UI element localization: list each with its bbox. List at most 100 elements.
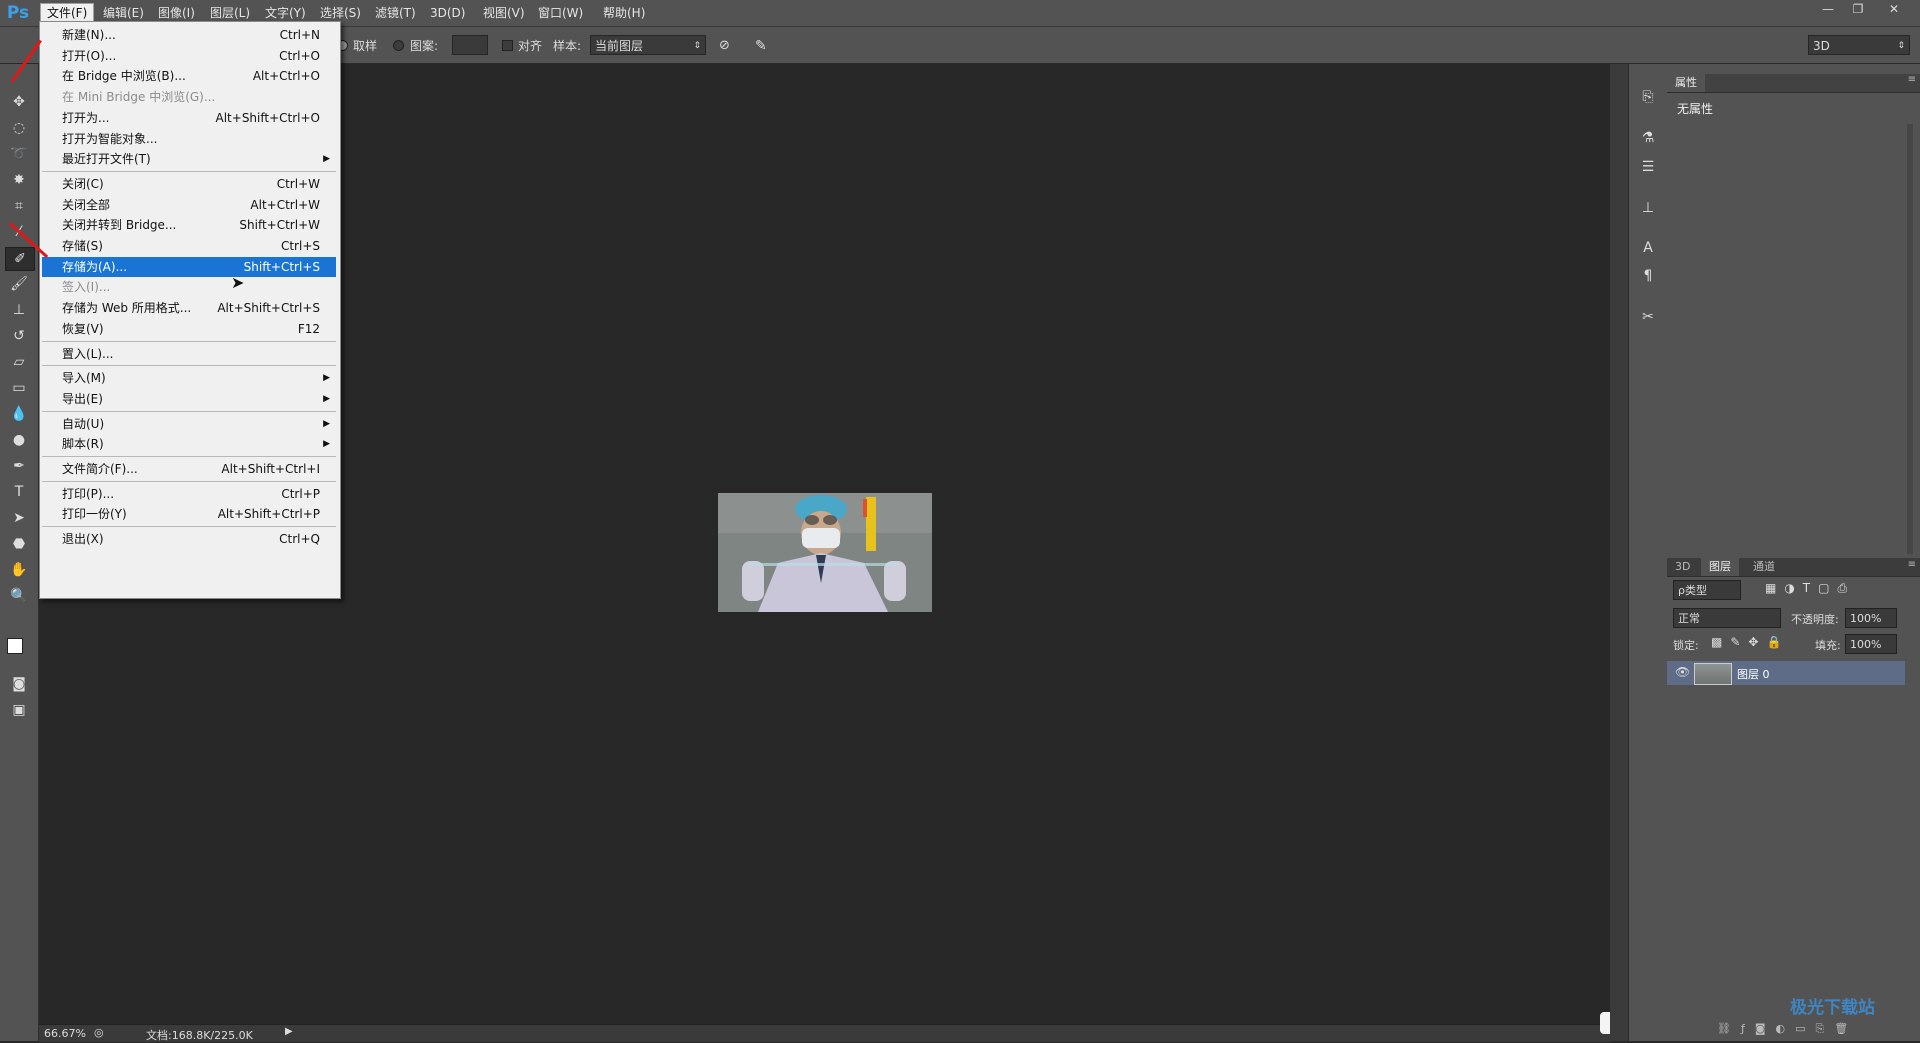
file-menu-item[interactable]: 在 Bridge 中浏览(B)... Alt+Ctrl+O: [42, 66, 336, 86]
lock-icons[interactable]: ▩✎✥🔒: [1711, 635, 1789, 649]
menu-item-label: 导入(M): [62, 371, 106, 386]
file-menu-item[interactable]: 存储(S) Ctrl+S: [42, 236, 336, 256]
hand-tool-icon[interactable]: ✋: [5, 559, 33, 581]
properties-tabbar: 属性 ≡: [1667, 74, 1920, 93]
blur-tool-icon[interactable]: 💧: [5, 403, 33, 425]
menu-help[interactable]: 帮助(H): [597, 4, 651, 22]
menu-image[interactable]: 图像(I): [152, 4, 201, 22]
clone-source-icon[interactable]: ⊥: [1635, 197, 1661, 219]
file-menu-item[interactable]: 打印一份(Y) Alt+Shift+Ctrl+P: [42, 504, 336, 524]
file-menu-item[interactable]: 退出(X) Ctrl+Q: [42, 529, 336, 549]
file-menu-item[interactable]: 关闭(C) Ctrl+W: [42, 174, 336, 194]
path-selection-tool-icon[interactable]: ➤: [5, 507, 33, 529]
eraser-tool-icon[interactable]: ▱: [5, 351, 33, 373]
pressure-brush-icon[interactable]: ✎: [755, 37, 767, 55]
tab-3d[interactable]: 3D: [1667, 558, 1698, 576]
magic-wand-tool-icon[interactable]: ✸: [5, 169, 33, 191]
tab-properties[interactable]: 属性: [1667, 74, 1705, 92]
file-menu-item[interactable]: 存储为(A)... Shift+Ctrl+S: [42, 256, 336, 277]
shape-tool-icon[interactable]: ⬣: [5, 533, 33, 555]
layer-filter-icons[interactable]: ▦◑T▢⎙: [1765, 581, 1855, 596]
eye-icon[interactable]: 👁: [1675, 665, 1690, 679]
character-panel-icon[interactable]: A: [1635, 237, 1661, 259]
sample-select[interactable]: 当前图层 ⇕: [590, 35, 706, 55]
crop-tool-icon[interactable]: ⌗: [5, 195, 33, 217]
adjustments-icon[interactable]: ⚗: [1635, 127, 1661, 149]
screen-mode-icon[interactable]: ▣: [5, 699, 33, 721]
file-menu-item[interactable]: 打印(P)... Ctrl+P: [42, 484, 336, 504]
file-menu-item[interactable]: 关闭并转到 Bridge... Shift+Ctrl+W: [42, 215, 336, 235]
menu-window[interactable]: 窗口(W): [532, 4, 589, 22]
file-menu-item[interactable]: 导入(M) ▶: [42, 368, 336, 388]
file-menu-item[interactable]: 新建(N)... Ctrl+N: [42, 25, 336, 45]
file-menu-item[interactable]: 文件简介(F)... Alt+Shift+Ctrl+I: [42, 459, 336, 479]
menu-item-label: 关闭并转到 Bridge...: [62, 218, 177, 233]
file-menu-item[interactable]: 置入(L)...: [42, 344, 336, 364]
move-tool-icon[interactable]: ✥: [5, 91, 33, 113]
menu-file[interactable]: 文件(F): [40, 3, 95, 23]
properties-icon[interactable]: ☰: [1635, 156, 1661, 178]
file-menu-item[interactable]: 存储为 Web 所用格式... Alt+Shift+Ctrl+S: [42, 298, 336, 318]
menu-filter[interactable]: 滤镜(T): [369, 4, 422, 22]
history-brush-tool-icon[interactable]: ↺: [5, 325, 33, 347]
zoom-tool-icon[interactable]: 🔍: [5, 585, 33, 607]
file-menu-item[interactable]: 打开为... Alt+Shift+Ctrl+O: [42, 108, 336, 128]
workspace-select[interactable]: 3D ⇕: [1808, 35, 1910, 55]
dodge-tool-icon[interactable]: ●: [5, 429, 33, 451]
menu-view[interactable]: 视图(V): [477, 4, 531, 22]
file-menu-item[interactable]: 打开(O)... Ctrl+O: [42, 46, 336, 66]
lasso-tool-icon[interactable]: ➰: [5, 143, 33, 165]
tab-layers[interactable]: 图层: [1701, 558, 1739, 576]
panel-menu-icon[interactable]: ≡: [1908, 74, 1916, 85]
layer-row[interactable]: 👁 图层 0: [1667, 661, 1905, 685]
properties-scrollbar[interactable]: [1907, 124, 1913, 554]
close-button[interactable]: ✕: [1880, 0, 1908, 18]
file-menu-item[interactable]: 打开为智能对象...: [42, 129, 336, 149]
layer-filter-select[interactable]: ρ类型: [1673, 580, 1741, 600]
menu-item-shortcut: Alt+Shift+Ctrl+O: [215, 110, 320, 125]
file-menu-item[interactable]: 脚本(R) ▶: [42, 434, 336, 454]
file-menu-item[interactable]: 自动(U) ▶: [42, 414, 336, 434]
file-menu-item[interactable]: 导出(E) ▶: [42, 389, 336, 409]
zoom-level[interactable]: 66.67%: [44, 1027, 86, 1040]
menu-type[interactable]: 文字(Y): [259, 4, 312, 22]
foreground-color-swatch[interactable]: [7, 638, 23, 654]
menu-edit[interactable]: 编辑(E): [97, 4, 150, 22]
document-image[interactable]: [718, 493, 932, 612]
pattern-picker[interactable]: [452, 35, 488, 55]
brush-tool-icon[interactable]: 🖌: [5, 273, 33, 295]
ignore-adjustment-icon[interactable]: ⊘: [719, 37, 730, 55]
opacity-input[interactable]: 100%: [1845, 608, 1897, 628]
history-panel-icon[interactable]: ⎘: [1635, 86, 1661, 108]
minimize-button[interactable]: —: [1814, 0, 1842, 18]
file-menu-item[interactable]: 最近打开文件(T) ▶: [42, 149, 336, 169]
clone-stamp-tool-icon[interactable]: ⊥: [5, 299, 33, 321]
file-menu-item[interactable]: 关闭全部 Alt+Ctrl+W: [42, 195, 336, 215]
pen-tool-icon[interactable]: ✒: [5, 455, 33, 477]
menu-3d[interactable]: 3D(D): [424, 4, 471, 22]
menu-select[interactable]: 选择(S): [314, 4, 367, 22]
fill-input[interactable]: 100%: [1845, 634, 1897, 654]
submenu-arrow-icon: ▶: [323, 154, 330, 165]
panel-menu-icon[interactable]: ≡: [1908, 559, 1916, 570]
status-menu-arrow-icon[interactable]: ▶: [285, 1026, 293, 1037]
tool-presets-icon[interactable]: ✂: [1635, 306, 1661, 328]
layer-footer-icons[interactable]: ⛓ƒ◙◐▭⎘🗑: [1717, 1022, 1858, 1036]
restore-button[interactable]: ❐: [1844, 0, 1872, 18]
file-menu-item[interactable]: 恢复(V) F12: [42, 319, 336, 339]
align-checkbox[interactable]: [502, 40, 513, 51]
menu-separator: [42, 456, 336, 457]
quick-mask-icon[interactable]: ◙: [5, 673, 33, 695]
layer-name[interactable]: 图层 0: [1737, 666, 1770, 682]
marquee-tool-icon[interactable]: ◌: [5, 117, 33, 139]
menu-layer[interactable]: 图层(L): [204, 4, 256, 22]
pattern-radio[interactable]: [393, 40, 404, 51]
gradient-tool-icon[interactable]: ▭: [5, 377, 33, 399]
healing-brush-tool-icon[interactable]: ✐: [5, 247, 35, 271]
tab-channels[interactable]: 通道: [1745, 558, 1783, 576]
submenu-arrow-icon: ▶: [323, 418, 330, 429]
paragraph-panel-icon[interactable]: ¶: [1635, 265, 1661, 287]
blend-mode-select[interactable]: 正常: [1673, 608, 1781, 628]
menu-item-shortcut: Alt+Shift+Ctrl+S: [217, 301, 320, 316]
type-tool-icon[interactable]: T: [5, 481, 33, 503]
